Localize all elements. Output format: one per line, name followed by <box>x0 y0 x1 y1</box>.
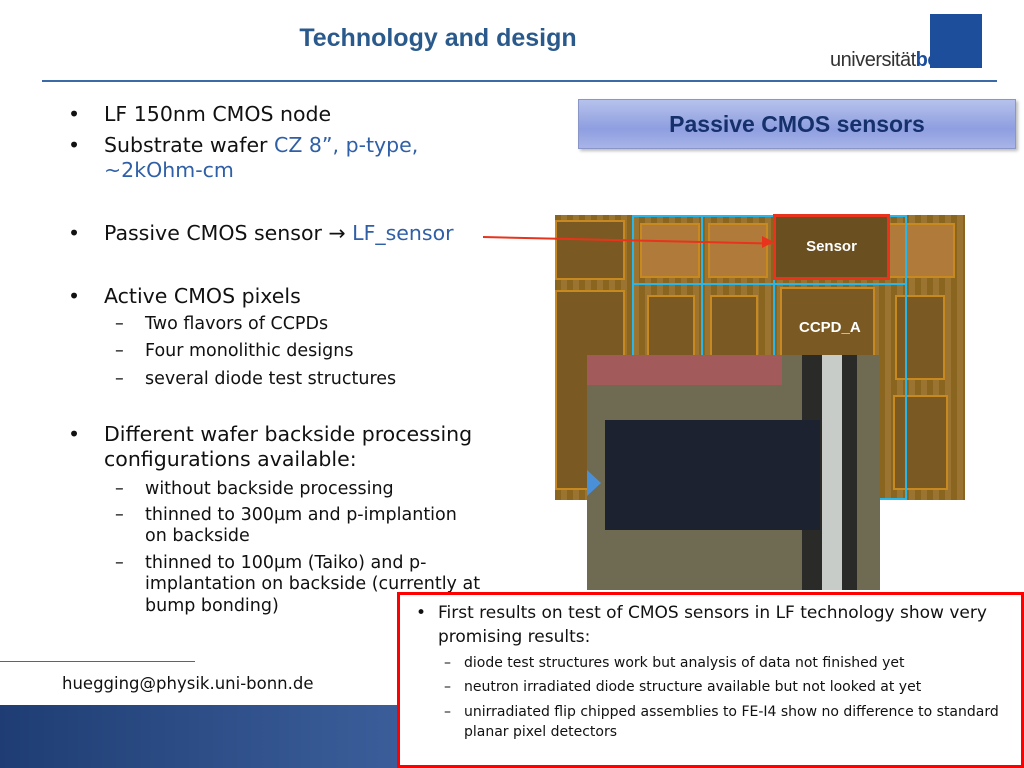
bullet-substrate-cont: ~2kOhm-cm <box>104 158 234 182</box>
bullet-node: • LF 150nm CMOS node <box>68 102 332 126</box>
title-divider <box>42 80 997 82</box>
footer-band <box>0 705 400 768</box>
sub-item-cont: on backside <box>145 526 250 546</box>
bullet-active: • Active CMOS pixels <box>68 284 301 308</box>
bullet-backside-cont: configurations available: <box>104 447 357 471</box>
sub-item-cont: implantation on backside (currently at <box>145 574 481 594</box>
sub-item-cont: bump bonding) <box>145 596 279 616</box>
results-sub-cont: planar pixel detectors <box>464 724 618 740</box>
sensor-label: Sensor <box>806 238 857 255</box>
results-main-cont: promising results: <box>438 627 591 647</box>
passive-cmos-header: Passive CMOS sensors <box>578 99 1016 149</box>
arrow-head-icon <box>762 236 774 248</box>
bullet-passive: • Passive CMOS sensor → LF_sensor <box>68 221 454 245</box>
logo-text-bold: bonn <box>915 49 963 71</box>
slide-title: Technology and design <box>299 24 577 52</box>
sub-item: – Four monolithic designs <box>115 341 354 361</box>
bullet-substrate: • Substrate wafer CZ 8”, p-type, <box>68 133 419 157</box>
sensor-inset-photo <box>587 355 880 590</box>
university-logo: universitätbonn <box>830 14 985 72</box>
results-sub: – diode test structures work but analysis… <box>444 655 905 671</box>
sub-item: – several diode test structures <box>115 369 397 389</box>
results-main: • First results on test of CMOS sensors i… <box>416 603 987 623</box>
triangle-marker-icon <box>587 470 601 496</box>
results-box: • First results on test of CMOS sensors i… <box>397 592 1024 768</box>
sub-item: – without backside processing <box>115 479 394 499</box>
results-sub: – unirradiated flip chipped assemblies to… <box>444 704 999 720</box>
contact-email: huegging@physik.uni-bonn.de <box>62 674 314 693</box>
logo-text: universität <box>830 49 916 71</box>
sensor-highlight: Sensor <box>773 214 890 280</box>
sub-item: – thinned to 100µm (Taiko) and p- <box>115 553 427 573</box>
footer-divider <box>0 661 195 662</box>
ccpd-label: CCPD_A <box>799 319 861 336</box>
sub-item: – thinned to 300µm and p-implantion <box>115 505 457 525</box>
sub-item: – Two flavors of CCPDs <box>115 314 329 334</box>
bullet-backside: • Different wafer backside processing <box>68 422 473 446</box>
results-sub: – neutron irradiated diode structure avai… <box>444 679 922 695</box>
